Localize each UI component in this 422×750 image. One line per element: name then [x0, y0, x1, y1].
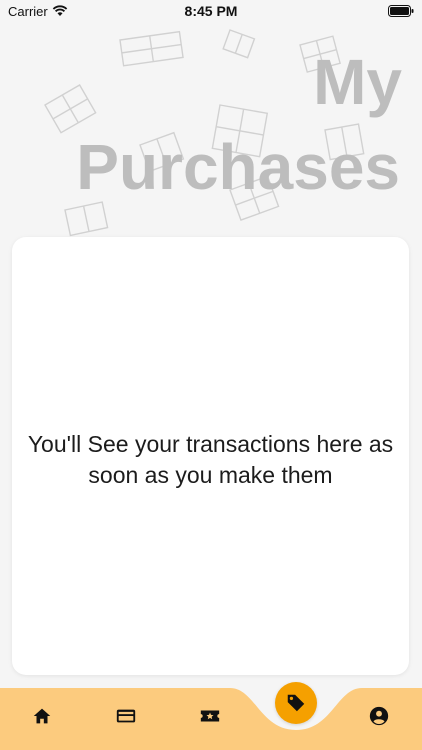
status-time: 8:45 PM [184, 3, 238, 19]
page-title-line1: My [313, 46, 402, 118]
tab-bar [0, 682, 422, 750]
tab-payment-cards[interactable] [104, 694, 148, 738]
page-title-line2: Purchases [76, 131, 400, 203]
tab-profile[interactable] [357, 694, 401, 738]
ticket-icon [200, 710, 220, 722]
tab-home[interactable] [20, 694, 64, 738]
tag-icon [287, 694, 305, 712]
tab-purchases[interactable] [275, 682, 317, 724]
card-icon [116, 709, 136, 723]
tab-tickets[interactable] [188, 694, 232, 738]
battery-icon [388, 5, 414, 17]
empty-state-message: You'll See your transactions here as soo… [27, 431, 394, 488]
transactions-card: You'll See your transactions here as soo… [12, 237, 409, 675]
profile-icon [369, 706, 389, 726]
home-icon [33, 708, 51, 724]
